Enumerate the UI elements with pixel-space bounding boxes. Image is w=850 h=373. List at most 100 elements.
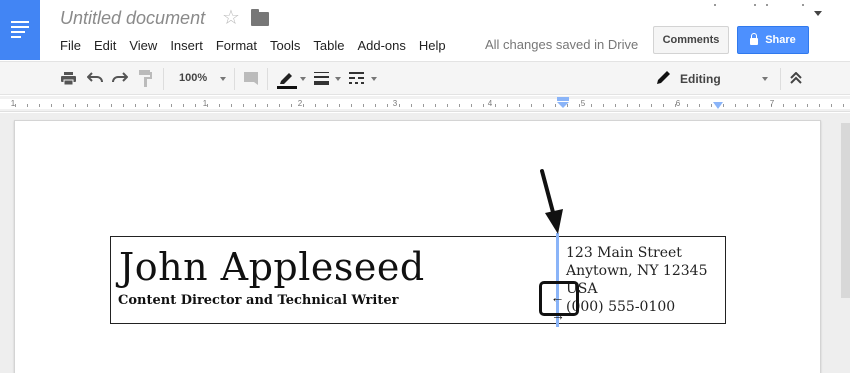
ruler-tick <box>147 104 148 107</box>
header-table[interactable]: John Appleseed Content Director and Tech… <box>110 236 726 324</box>
ruler-tick <box>819 104 820 107</box>
menu-table[interactable]: Table <box>313 38 344 53</box>
document-title[interactable]: Untitled document <box>60 8 205 29</box>
ruler-tick <box>471 104 472 107</box>
ruler-tick <box>327 104 328 107</box>
ruler-tick <box>63 104 64 107</box>
ruler-tick <box>315 104 316 107</box>
ruler-tick <box>279 104 280 107</box>
account-dropdown-icon[interactable] <box>814 11 822 16</box>
ruler-number: 1 <box>202 99 208 108</box>
share-button-label: Share <box>765 34 796 46</box>
ruler-tick <box>243 104 244 107</box>
save-status[interactable]: All changes saved in Drive <box>485 37 638 52</box>
ruler-tick <box>27 104 28 107</box>
collapse-menus-icon[interactable] <box>790 72 802 84</box>
person-name[interactable]: John Appleseed <box>119 245 425 289</box>
menu-edit[interactable]: Edit <box>94 38 116 53</box>
address-line: USA <box>566 281 598 297</box>
ruler-tick <box>99 104 100 107</box>
chevron-down-icon[interactable] <box>335 77 341 81</box>
comments-button-label: Comments <box>662 34 720 46</box>
ruler-tick <box>231 104 232 107</box>
print-icon[interactable] <box>61 72 76 85</box>
border-dash-icon[interactable] <box>349 72 364 85</box>
undo-icon[interactable] <box>87 72 103 84</box>
vertical-scrollbar[interactable] <box>841 123 850 298</box>
ruler-tick <box>387 104 388 107</box>
menu-view[interactable]: View <box>129 38 157 53</box>
resize-cursor-icon: ← → <box>550 289 566 323</box>
ruler-tick <box>843 104 844 107</box>
paint-format-icon[interactable] <box>139 70 152 87</box>
address-line: Anytown, NY 12345 <box>566 263 708 279</box>
ruler[interactable]: 1 1 2 3 4 5 6 7 <box>0 96 850 112</box>
ruler-tick <box>507 104 508 107</box>
border-weight-icon[interactable] <box>314 72 329 85</box>
chevron-down-icon[interactable] <box>220 77 226 81</box>
ruler-tick <box>135 104 136 107</box>
ruler-tick <box>51 104 52 107</box>
add-comment-icon[interactable] <box>244 72 258 85</box>
ruler-tick <box>459 104 460 107</box>
ruler-tick <box>591 104 592 107</box>
chevron-down-icon[interactable] <box>371 77 377 81</box>
ruler-tick <box>255 104 256 107</box>
highlight-color-icon[interactable] <box>277 69 297 89</box>
ruler-tick <box>555 104 556 107</box>
address-line: (000) 555-0100 <box>566 299 676 315</box>
lock-icon <box>750 32 759 45</box>
menu-format[interactable]: Format <box>216 38 257 53</box>
ruler-tick <box>687 104 688 107</box>
ruler-tick <box>75 104 76 107</box>
address-line: 123 Main Street <box>566 245 682 261</box>
ruler-tick <box>351 104 352 107</box>
ruler-tick <box>795 104 796 107</box>
ruler-tick <box>159 104 160 107</box>
ruler-tick <box>531 104 532 107</box>
ruler-tick <box>711 104 712 107</box>
ruler-tick <box>543 104 544 107</box>
ruler-tick <box>219 104 220 107</box>
ruler-number: 4 <box>487 99 493 108</box>
ruler-tick <box>831 104 832 107</box>
editing-mode-select[interactable]: Editing <box>680 72 721 86</box>
zoom-select[interactable]: 100% <box>179 72 207 84</box>
address-block[interactable]: 123 Main Street Anytown, NY 12345 USA (0… <box>566 244 707 316</box>
menu-tools[interactable]: Tools <box>270 38 300 53</box>
ruler-tick <box>699 104 700 107</box>
ruler-number: 5 <box>580 99 586 108</box>
docs-home-logo[interactable] <box>0 0 40 60</box>
ruler-tick <box>183 104 184 107</box>
ruler-tick <box>663 104 664 107</box>
star-icon[interactable]: ☆ <box>222 7 240 29</box>
menu-insert[interactable]: Insert <box>170 38 203 53</box>
share-button[interactable]: Share <box>737 26 809 54</box>
ruler-tick <box>123 104 124 107</box>
indent-marker-icon[interactable] <box>557 97 569 109</box>
chevron-down-icon[interactable] <box>762 77 768 81</box>
folder-icon[interactable] <box>251 9 269 26</box>
annotation-arrow-icon <box>540 169 563 234</box>
ruler-tick <box>111 104 112 107</box>
ruler-tick <box>651 104 652 107</box>
redo-icon[interactable] <box>112 72 128 84</box>
pencil-icon[interactable] <box>656 70 671 85</box>
ruler-tick <box>375 104 376 107</box>
ruler-number: 3 <box>392 99 398 108</box>
person-role[interactable]: Content Director and Technical Writer <box>118 293 398 308</box>
menu-file[interactable]: File <box>60 38 81 53</box>
ruler-tick <box>603 104 604 107</box>
toolbar-separator <box>780 68 781 90</box>
comments-button[interactable]: Comments <box>653 26 729 54</box>
ruler-tick <box>39 104 40 107</box>
ruler-tick <box>519 104 520 107</box>
menu-addons[interactable]: Add-ons <box>357 38 405 53</box>
ruler-tick <box>483 104 484 107</box>
right-indent-marker-icon[interactable] <box>713 102 723 110</box>
menu-bar: File Edit View Insert Format Tools Table… <box>60 37 459 53</box>
account-indicator[interactable] <box>712 4 804 8</box>
chevron-down-icon[interactable] <box>300 77 306 81</box>
ruler-tick <box>411 104 412 107</box>
menu-help[interactable]: Help <box>419 38 446 53</box>
